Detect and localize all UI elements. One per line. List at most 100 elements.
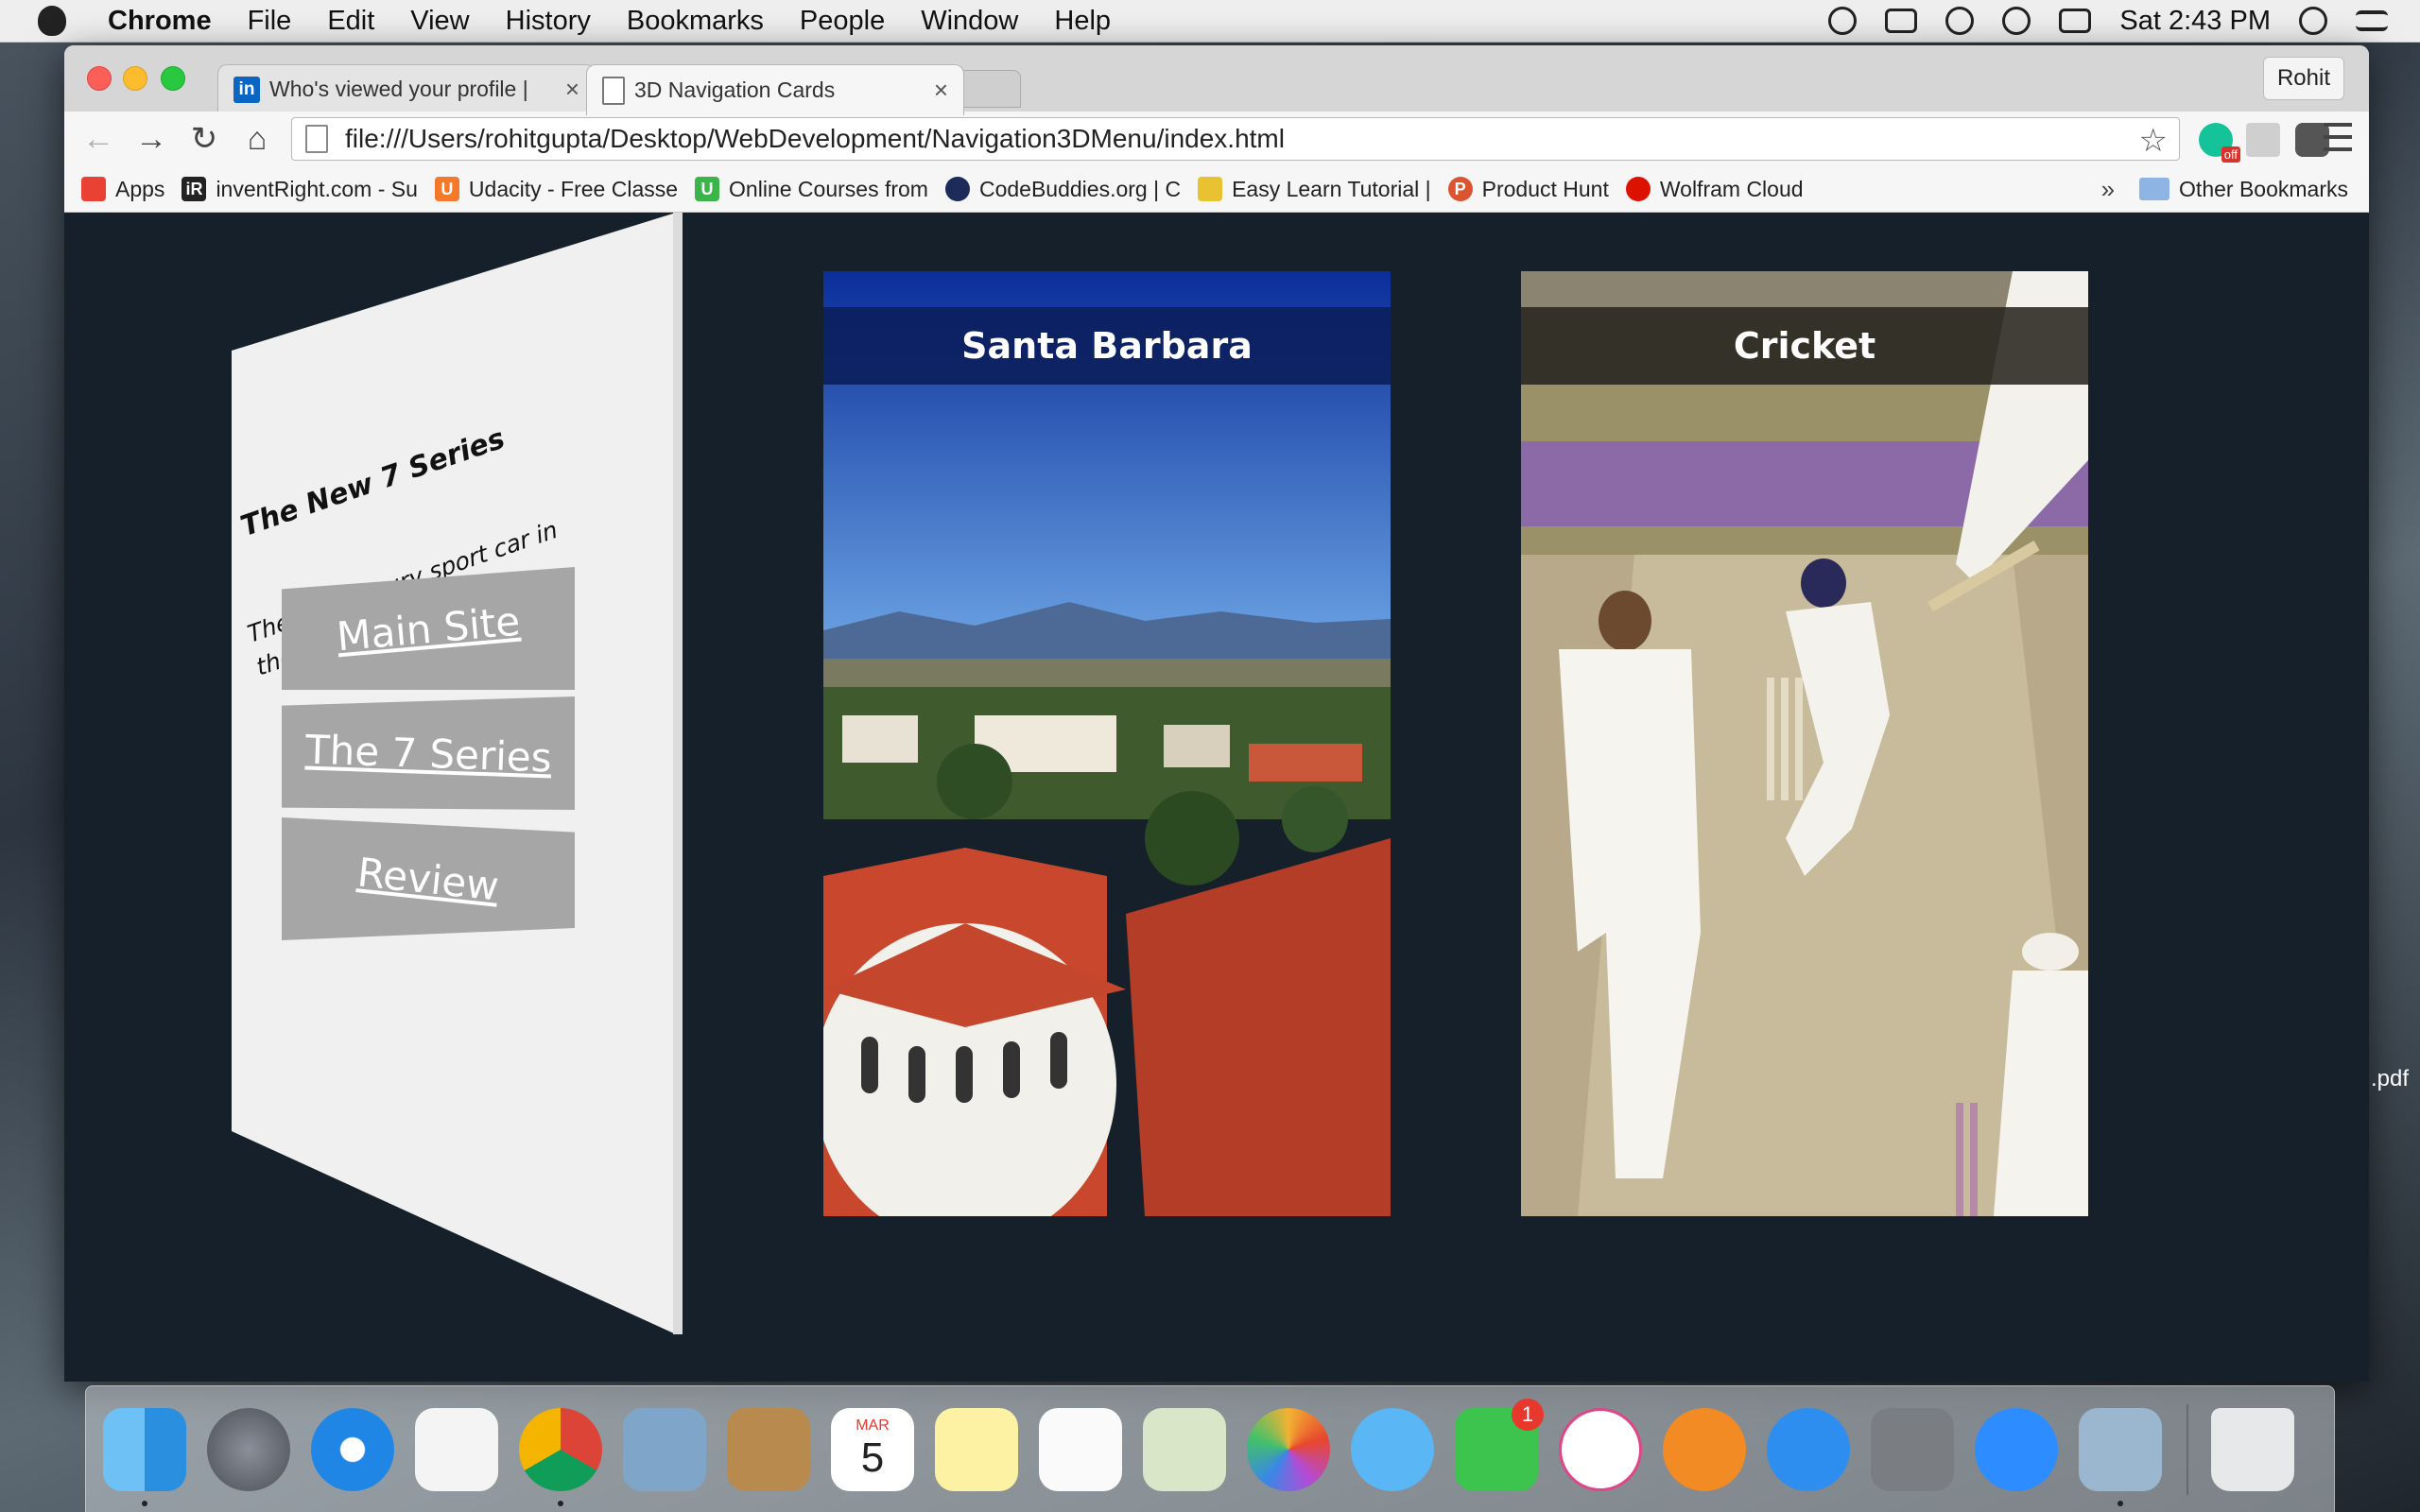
menu-bar: Chrome File Edit View History Bookmarks …: [0, 0, 2420, 43]
app-grid-icon[interactable]: [415, 1407, 498, 1491]
menu-help[interactable]: Help: [1054, 6, 1111, 37]
notification-badge: 1: [1512, 1398, 1544, 1431]
window-zoom-button[interactable]: [161, 66, 185, 91]
running-indicator: [2118, 1500, 2123, 1506]
battery-icon[interactable]: [2059, 9, 2092, 33]
reload-icon[interactable]: ↻: [185, 121, 223, 157]
reminders-icon[interactable]: [1039, 1407, 1122, 1491]
bookmark-product-hunt[interactable]: P Product Hunt: [1447, 177, 1609, 202]
system-preferences-icon[interactable]: [1871, 1407, 1954, 1491]
card-title-santa-barbara: Santa Barbara: [823, 307, 1391, 385]
tab-close-icon[interactable]: ×: [565, 75, 579, 104]
maps-icon[interactable]: [1143, 1407, 1226, 1491]
photos-icon[interactable]: [1247, 1407, 1330, 1491]
contacts-icon[interactable]: [727, 1407, 810, 1491]
apps-grid-icon: [81, 177, 106, 201]
inventright-icon: iR: [182, 177, 207, 201]
side-panel-wrapper: The New 7 Series The best luxury sport c…: [64, 213, 683, 1382]
bookmarks-bar: Apps iR inventRight.com - Su U Udacity -…: [64, 166, 2369, 213]
window-minimize-button[interactable]: [123, 66, 147, 91]
safari-icon[interactable]: [311, 1407, 394, 1491]
url-input[interactable]: [343, 123, 2124, 155]
chrome-menu-icon[interactable]: [2324, 123, 2352, 151]
card-cricket[interactable]: Cricket: [1521, 271, 2088, 1216]
page-viewport: The New 7 Series The best luxury sport c…: [64, 213, 2369, 1382]
bookmark-apps[interactable]: Apps: [81, 177, 164, 202]
cricket-match-photo: [1521, 271, 2088, 1216]
window-close-button[interactable]: [87, 66, 112, 91]
card-title-cricket: Cricket: [1521, 307, 2088, 385]
tab-label: 3D Navigation Cards: [634, 77, 836, 102]
bookmark-inventright[interactable]: iR inventRight.com - Su: [182, 177, 418, 202]
menu-history[interactable]: History: [506, 6, 591, 37]
zoom-icon[interactable]: [1975, 1407, 2058, 1491]
forward-arrow-icon[interactable]: →: [132, 121, 170, 157]
tab-3d-navigation-cards[interactable]: 3D Navigation Cards ×: [586, 64, 964, 115]
card-santa-barbara[interactable]: Santa Barbara: [823, 271, 1391, 1216]
back-arrow-icon[interactable]: ←: [79, 121, 117, 157]
bookmark-star-icon[interactable]: ☆: [2139, 122, 2168, 160]
document-icon: [602, 76, 625, 105]
bookmark-udacity[interactable]: U Udacity - Free Classe: [434, 177, 678, 202]
launchpad-icon[interactable]: [207, 1407, 290, 1491]
udemy-icon: U: [695, 177, 720, 201]
page-info-icon[interactable]: [305, 125, 328, 153]
finder-icon[interactable]: [103, 1407, 186, 1506]
menu-view[interactable]: View: [410, 6, 469, 37]
time-machine-icon[interactable]: [1828, 7, 1858, 35]
menu-file[interactable]: File: [248, 6, 292, 37]
menu-people[interactable]: People: [800, 6, 885, 37]
bluetooth-icon[interactable]: [1945, 7, 1975, 35]
bookmark-codebuddies[interactable]: CodeBuddies.org | C: [944, 177, 1181, 202]
running-indicator: [142, 1500, 147, 1506]
easylearn-icon: [1198, 177, 1223, 201]
the-7-series-button[interactable]: The 7 Series: [282, 696, 575, 810]
notification-center-icon[interactable]: [2356, 10, 2388, 31]
tab-strip: in Who's viewed your profile | × 3D Navi…: [64, 45, 2369, 115]
panel-edge: [673, 213, 683, 1334]
home-icon[interactable]: ⌂: [238, 121, 276, 157]
bookmark-wolfram[interactable]: Wolfram Cloud: [1625, 177, 1804, 202]
calendar-icon[interactable]: MAR 5: [831, 1407, 914, 1491]
ibooks-icon[interactable]: [1663, 1407, 1746, 1491]
spotlight-icon[interactable]: [2299, 7, 2327, 35]
menu-window[interactable]: Window: [921, 6, 1018, 37]
wifi-icon[interactable]: [2002, 7, 2031, 35]
other-bookmarks[interactable]: Other Bookmarks: [2179, 177, 2348, 202]
tab-close-icon[interactable]: ×: [934, 76, 948, 105]
bookmark-udemy[interactable]: U Online Courses from: [695, 177, 928, 202]
address-bar[interactable]: ☆: [291, 117, 2180, 161]
airplay-icon[interactable]: [1885, 9, 1918, 33]
preview-icon[interactable]: [2079, 1407, 2162, 1506]
profile-button[interactable]: Rohit: [2262, 57, 2344, 100]
running-indicator: [558, 1500, 563, 1506]
app-store-icon[interactable]: [1767, 1407, 1850, 1491]
app-menu-chrome[interactable]: Chrome: [108, 6, 212, 37]
codebuddies-icon: [944, 177, 970, 201]
apple-menu-icon[interactable]: [38, 6, 66, 36]
tab-label: Who's viewed your profile |: [269, 77, 528, 101]
desktop-file-label[interactable]: .pdf: [2371, 1066, 2409, 1092]
chrome-icon[interactable]: [519, 1407, 602, 1506]
extension-icon[interactable]: [2246, 123, 2280, 157]
messages-icon[interactable]: [1351, 1407, 1434, 1491]
menu-edit[interactable]: Edit: [327, 6, 374, 37]
mail-icon[interactable]: [623, 1407, 706, 1491]
facetime-icon[interactable]: 1: [1455, 1398, 1544, 1491]
linkedin-icon: in: [233, 76, 260, 103]
review-button[interactable]: Review: [282, 817, 575, 940]
tab-linkedin[interactable]: in Who's viewed your profile | ×: [217, 64, 596, 113]
notes-icon[interactable]: [935, 1407, 1018, 1491]
product-hunt-icon: P: [1447, 177, 1473, 201]
more-bookmarks-chevron-icon[interactable]: »: [2101, 175, 2115, 204]
wolfram-icon: [1625, 177, 1651, 201]
menubar-clock[interactable]: Sat 2:43 PM: [2119, 6, 2271, 37]
trash-icon[interactable]: [2211, 1407, 2294, 1491]
santa-barbara-rooftops-photo: [823, 271, 1391, 1216]
new-tab-button[interactable]: [959, 70, 1021, 108]
folder-icon: [2139, 178, 2170, 200]
itunes-icon[interactable]: [1559, 1407, 1642, 1491]
bookmark-easylearn[interactable]: Easy Learn Tutorial |: [1198, 177, 1431, 202]
grammarly-extension-icon[interactable]: off: [2199, 123, 2240, 163]
menu-bookmarks[interactable]: Bookmarks: [627, 6, 764, 37]
